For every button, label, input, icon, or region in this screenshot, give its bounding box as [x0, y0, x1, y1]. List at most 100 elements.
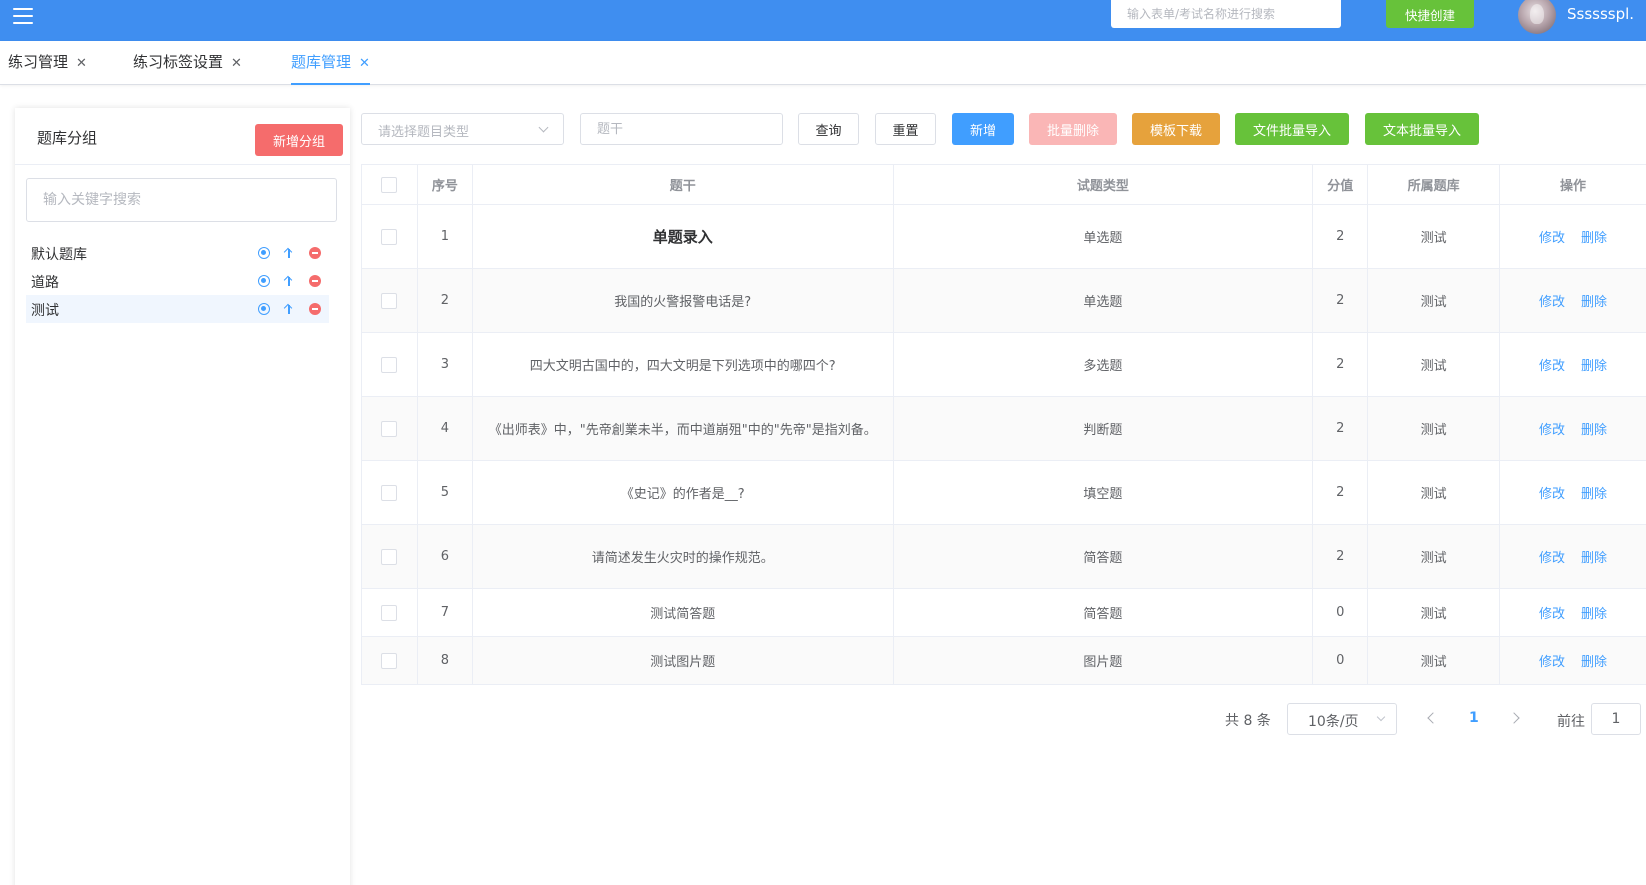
group-name: 默认题库 — [31, 247, 87, 263]
text-batch-import-button[interactable]: 文本批量导入 — [1365, 113, 1479, 145]
table-row: 8 测试图片题 图片题 0 测试 修改 删除 — [362, 637, 1646, 685]
group-item-default[interactable]: 默认题库 — [26, 239, 329, 267]
add-button[interactable]: 新增 — [952, 113, 1014, 145]
table-row: 3 四大文明古国中的，四大文明是下列选项中的哪四个? 多选题 2 测试 修改 删除 — [362, 333, 1646, 397]
cell-bank: 测试 — [1368, 205, 1501, 268]
global-search-input[interactable] — [1111, 0, 1341, 28]
table-header-row: 序号 题干 试题类型 分值 所属题库 操作 — [362, 165, 1646, 205]
cell-type: 判断题 — [894, 397, 1314, 460]
username[interactable]: Sssssspl. — [1567, 5, 1634, 23]
upload-icon[interactable] — [283, 275, 295, 287]
view-icon[interactable] — [258, 247, 270, 259]
group-search-input[interactable] — [26, 178, 337, 222]
prev-page-icon[interactable] — [1427, 712, 1439, 724]
cell-no: 3 — [418, 333, 473, 396]
table-row: 2 我国的火警报警电话是? 单选题 2 测试 修改 删除 — [362, 269, 1646, 333]
edit-link[interactable]: 修改 — [1539, 227, 1565, 246]
cell-score: 2 — [1313, 205, 1369, 268]
edit-link[interactable]: 修改 — [1539, 483, 1565, 502]
cell-no: 2 — [418, 269, 473, 332]
cell-type: 简答题 — [894, 525, 1314, 588]
row-checkbox[interactable] — [381, 652, 398, 669]
cell-bank: 测试 — [1368, 589, 1501, 636]
cell-score: 2 — [1313, 461, 1369, 524]
goto-label: 前往 — [1557, 714, 1585, 730]
header-no: 序号 — [418, 165, 473, 204]
edit-link[interactable]: 修改 — [1539, 603, 1565, 622]
header-bank: 所属题库 — [1368, 165, 1501, 204]
next-page-icon[interactable] — [1508, 712, 1520, 724]
top-header: 快捷创建 Sssssspl. — [0, 0, 1646, 41]
remove-icon[interactable] — [309, 247, 321, 259]
template-download-button[interactable]: 模板下载 — [1132, 113, 1220, 145]
edit-link[interactable]: 修改 — [1539, 291, 1565, 310]
table-row: 5 《史记》的作者是__? 填空题 2 测试 修改 删除 — [362, 461, 1646, 525]
tab-practice-management[interactable]: 练习管理 ✕ — [8, 51, 87, 75]
cell-type: 图片题 — [894, 637, 1314, 684]
divider — [15, 164, 350, 165]
batch-delete-button[interactable]: 批量删除 — [1029, 113, 1117, 145]
close-icon[interactable]: ✕ — [231, 56, 242, 71]
question-table: 序号 题干 试题类型 分值 所属题库 操作 1 单题录入 单选题 2 测试 修改… — [361, 164, 1646, 685]
edit-link[interactable]: 修改 — [1539, 355, 1565, 374]
delete-link[interactable]: 删除 — [1581, 355, 1607, 374]
cell-no: 8 — [418, 637, 473, 684]
quick-create-button[interactable]: 快捷创建 — [1386, 0, 1474, 28]
tab-question-bank-management[interactable]: 题库管理 ✕ — [291, 51, 370, 85]
delete-link[interactable]: 删除 — [1581, 227, 1607, 246]
select-all-checkbox[interactable] — [381, 176, 398, 193]
table-row: 4 《出师表》中，"先帝創業未半，而中道崩殂"中的"先帝"是指刘备。 判断题 2… — [362, 397, 1646, 461]
row-checkbox[interactable] — [381, 292, 398, 309]
cell-stem: 四大文明古国中的，四大文明是下列选项中的哪四个? — [473, 333, 894, 396]
remove-icon[interactable] — [309, 275, 321, 287]
goto-page-input[interactable] — [1591, 703, 1641, 735]
cell-no: 6 — [418, 525, 473, 588]
question-type-select[interactable]: 请选择题目类型 — [361, 113, 564, 145]
cell-bank: 测试 — [1368, 461, 1501, 524]
group-item-road[interactable]: 道路 — [26, 267, 329, 295]
row-checkbox[interactable] — [381, 228, 398, 245]
delete-link[interactable]: 删除 — [1581, 603, 1607, 622]
cell-type: 多选题 — [894, 333, 1314, 396]
remove-icon[interactable] — [309, 303, 321, 315]
page-size-select[interactable]: 10条/页 — [1287, 703, 1397, 735]
group-panel-title: 题库分组 — [37, 129, 98, 147]
row-checkbox[interactable] — [381, 548, 398, 565]
menu-icon[interactable] — [13, 8, 33, 24]
cell-type: 简答题 — [894, 589, 1314, 636]
cell-no: 7 — [418, 589, 473, 636]
tab-practice-tag-settings[interactable]: 练习标签设置 ✕ — [133, 51, 242, 75]
close-icon[interactable]: ✕ — [359, 56, 370, 71]
delete-link[interactable]: 删除 — [1581, 419, 1607, 438]
view-icon[interactable] — [258, 275, 270, 287]
stem-input[interactable] — [580, 113, 783, 145]
cell-score: 2 — [1313, 525, 1369, 588]
upload-icon[interactable] — [283, 247, 295, 259]
delete-link[interactable]: 删除 — [1581, 547, 1607, 566]
delete-link[interactable]: 删除 — [1581, 483, 1607, 502]
row-checkbox[interactable] — [381, 484, 398, 501]
cell-stem: 《出师表》中，"先帝創業未半，而中道崩殂"中的"先帝"是指刘备。 — [473, 397, 894, 460]
edit-link[interactable]: 修改 — [1539, 547, 1565, 566]
delete-link[interactable]: 删除 — [1581, 651, 1607, 670]
avatar[interactable] — [1518, 0, 1556, 34]
edit-link[interactable]: 修改 — [1539, 651, 1565, 670]
select-all-cell — [362, 165, 418, 204]
query-button[interactable]: 查询 — [798, 113, 859, 145]
close-icon[interactable]: ✕ — [76, 56, 87, 71]
upload-icon[interactable] — [283, 303, 295, 315]
edit-link[interactable]: 修改 — [1539, 419, 1565, 438]
row-checkbox[interactable] — [381, 604, 398, 621]
reset-button[interactable]: 重置 — [875, 113, 936, 145]
row-checkbox[interactable] — [381, 420, 398, 437]
delete-link[interactable]: 删除 — [1581, 291, 1607, 310]
cell-type: 单选题 — [894, 205, 1314, 268]
group-item-test[interactable]: 测试 — [26, 295, 329, 323]
row-checkbox[interactable] — [381, 356, 398, 373]
tab-label: 题库管理 — [291, 53, 352, 71]
page-number[interactable]: 1 — [1469, 710, 1479, 726]
file-batch-import-button[interactable]: 文件批量导入 — [1235, 113, 1349, 145]
add-group-button[interactable]: 新增分组 — [255, 124, 343, 156]
view-icon[interactable] — [258, 303, 270, 315]
cell-no: 4 — [418, 397, 473, 460]
